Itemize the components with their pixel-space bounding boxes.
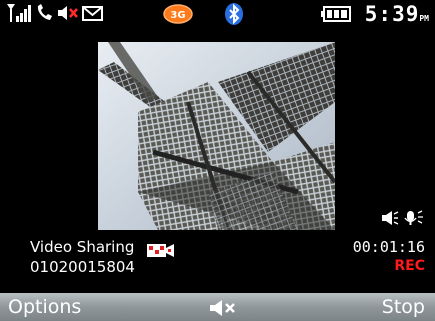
bluetooth-icon (225, 3, 243, 25)
clock-time: 5:39 (364, 2, 420, 26)
stop-softkey[interactable]: Stop (382, 296, 425, 318)
signal-icon (7, 4, 31, 22)
call-timer: 00:01:16 (352, 238, 425, 256)
speaker-mute-icon[interactable] (208, 298, 240, 318)
rec-indicator: REC (394, 258, 425, 274)
softkey-bar: Options Stop (0, 293, 435, 321)
options-softkey[interactable]: Options (8, 296, 81, 318)
status-bar: 3G 5:39PM (0, 0, 435, 28)
3g-icon: 3G (163, 4, 193, 24)
battery-icon (321, 6, 351, 22)
call-icon (37, 4, 52, 20)
video-camera-icon (147, 244, 174, 257)
svg-text:3G: 3G (170, 10, 185, 21)
video-feed (98, 42, 335, 230)
microphone-icon[interactable] (402, 210, 426, 226)
video-frame-image (98, 42, 335, 230)
message-icon (82, 6, 103, 21)
call-title: Video Sharing (30, 238, 135, 256)
clock: 5:39PM (365, 2, 429, 26)
clock-ampm: PM (419, 14, 429, 23)
caller-number: 01020015804 (30, 258, 135, 276)
mute-icon (58, 6, 78, 20)
speaker-icon[interactable] (381, 210, 399, 226)
